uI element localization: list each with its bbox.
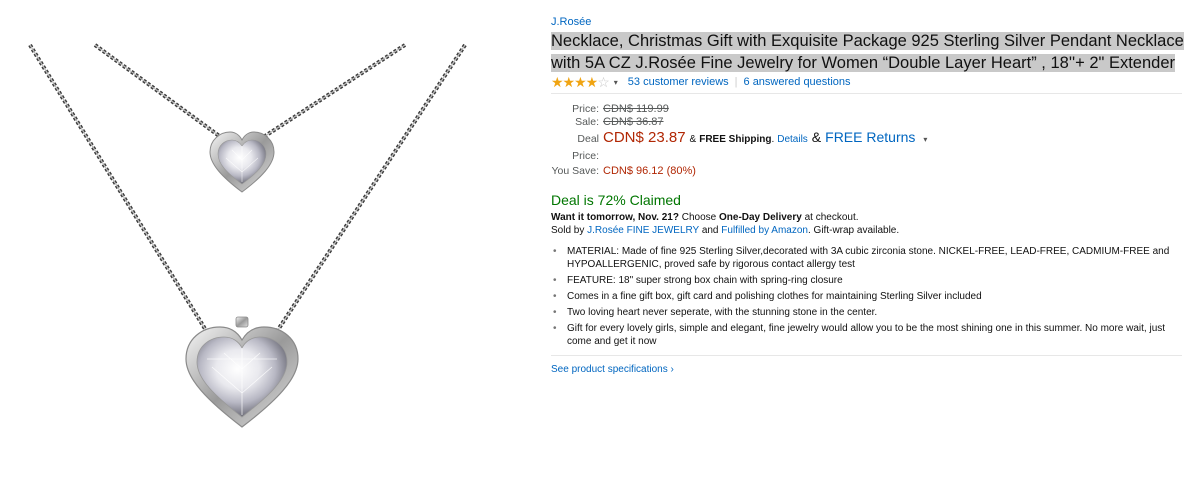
outer-chain	[28, 43, 467, 347]
rating-chevron-down-icon[interactable]: ▾	[614, 78, 618, 87]
separator: |	[734, 76, 738, 88]
returns-chevron-down-icon[interactable]: ▾	[923, 131, 927, 148]
and-text: and	[701, 225, 719, 236]
divider	[551, 355, 1182, 356]
list-item: Comes in a fine gift box, gift card and …	[553, 290, 1187, 303]
shipping-ampersand: &	[689, 134, 697, 145]
list-price: CDN$ 119.99	[603, 103, 669, 115]
list-item: Two loving heart never seperate, with th…	[553, 306, 1187, 319]
delivery-date: Want it tomorrow, Nov. 21?	[551, 212, 679, 223]
you-save-value: CDN$ 96.12 (80%)	[603, 165, 696, 177]
product-info: J.Rosée Necklace, Christmas Gift with Ex…	[551, 14, 1191, 375]
sale-label: Sale:	[575, 116, 599, 128]
fulfilled-by-amazon-link[interactable]: Fulfilled by Amazon	[721, 225, 808, 236]
customer-reviews-link[interactable]: 53 customer reviews	[628, 76, 729, 88]
answered-questions-link[interactable]: 6 answered questions	[744, 76, 851, 88]
rating-row: ★★★★☆ ▾ 53 customer reviews | 6 answered…	[551, 75, 1191, 89]
price-row: Price: CDN$ 119.99	[551, 103, 1191, 116]
free-shipping-text: FREE Shipping	[699, 134, 772, 145]
free-returns-link[interactable]: FREE Returns	[825, 129, 915, 146]
small-heart-pendant	[209, 131, 275, 193]
price-label: Price:	[572, 103, 599, 115]
seller-link[interactable]: J.Rosée FINE JEWELRY	[587, 225, 699, 236]
divider	[551, 93, 1182, 94]
filled-stars: ★★★★	[551, 74, 598, 90]
one-day-delivery: One-Day Delivery	[719, 212, 802, 223]
deal-price-label: Deal Price:	[572, 133, 599, 162]
product-image[interactable]	[0, 0, 520, 492]
you-save-row: You Save: CDN$ 96.12 (80%)	[551, 165, 1191, 178]
list-item: MATERIAL: Made of fine 925 Sterling Silv…	[553, 245, 1187, 271]
sold-by-label: Sold by	[551, 225, 585, 236]
deal-price-row: Deal Price: CDN$ 23.87 & FREE Shipping .…	[551, 129, 1191, 165]
list-item: Gift for every lovely girls, simple and …	[553, 322, 1187, 348]
product-title-text: Necklace, Christmas Gift with Exquisite …	[551, 32, 1184, 72]
sale-price: CDN$ 36.87	[603, 116, 664, 128]
sale-row: Sale: CDN$ 36.87	[551, 116, 1191, 129]
inner-chain	[93, 43, 407, 140]
delivery-choose: Choose	[681, 212, 717, 223]
shipping-period: .	[771, 134, 775, 145]
feature-bullets: MATERIAL: Made of fine 925 Sterling Silv…	[551, 245, 1187, 348]
empty-star: ☆	[597, 74, 610, 90]
large-heart-pendant	[185, 316, 299, 428]
you-save-label: You Save:	[551, 165, 600, 177]
price-table: Price: CDN$ 119.99 Sale: CDN$ 36.87 Deal…	[551, 103, 1191, 178]
deal-price: CDN$ 23.87	[603, 129, 686, 146]
returns-ampersand: &	[811, 129, 822, 145]
delivery-checkout: at checkout.	[804, 212, 859, 223]
details-link[interactable]: Details	[777, 131, 808, 148]
star-rating-icon[interactable]: ★★★★☆	[551, 74, 610, 90]
brand-link[interactable]: J.Rosée	[551, 16, 1191, 28]
product-title: Necklace, Christmas Gift with Exquisite …	[551, 30, 1191, 74]
gift-wrap-text: . Gift-wrap available.	[808, 225, 900, 236]
list-item: FEATURE: 18" super strong box chain with…	[553, 274, 1187, 287]
deal-claimed-status: Deal is 72% Claimed	[551, 192, 681, 208]
delivery-info: Want it tomorrow, Nov. 21? Choose One-Da…	[551, 211, 1191, 237]
product-specifications-link[interactable]: See product specifications ›	[551, 364, 1191, 375]
